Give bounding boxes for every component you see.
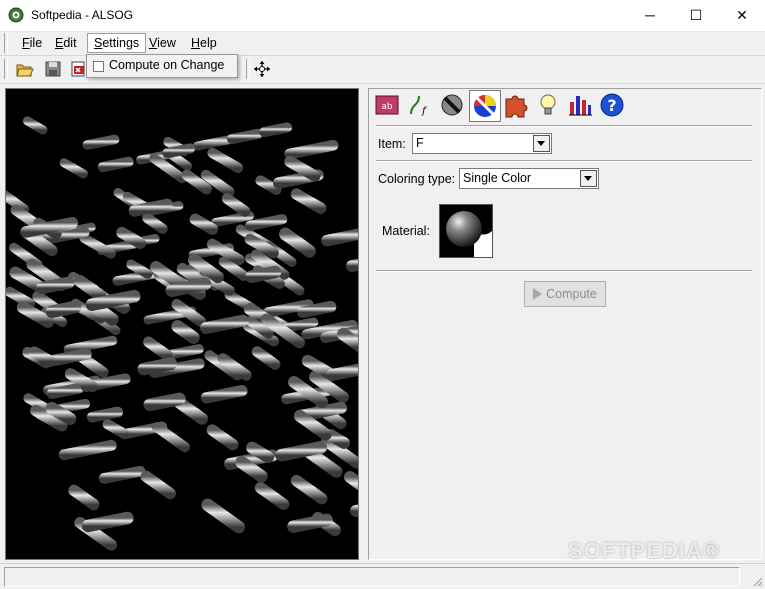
minimize-button[interactable]: ─ <box>627 0 673 31</box>
compute-label: Compute <box>546 287 597 301</box>
tube-segment <box>46 382 84 400</box>
compute-on-change-menu-item[interactable]: Compute on Change <box>109 58 224 72</box>
puzzle-piece-icon[interactable] <box>501 90 531 120</box>
tube-segment <box>97 156 134 173</box>
tube-segment <box>245 214 288 231</box>
material-sphere-icon <box>440 205 492 257</box>
bar-chart-icon[interactable] <box>565 90 595 120</box>
coloring-type-label: Coloring type: <box>378 172 456 186</box>
menu-file[interactable]: File <box>16 34 48 52</box>
menu-settings[interactable]: Settings <box>87 33 147 53</box>
svg-text:?: ? <box>607 96 616 115</box>
menubar-grip[interactable] <box>4 33 8 53</box>
chevron-down-icon[interactable] <box>533 135 550 152</box>
tube-segment <box>284 139 339 160</box>
tube-segment <box>98 465 146 484</box>
function-icon[interactable]: f <box>405 90 435 120</box>
lsystem-rules-icon[interactable]: ab <box>373 90 403 120</box>
panel-splitter[interactable] <box>361 88 367 558</box>
toolbar-grip[interactable] <box>4 59 8 79</box>
tube-segment <box>162 143 196 159</box>
item-combobox[interactable]: F <box>412 133 552 154</box>
item-separator <box>376 160 752 162</box>
menu-help[interactable]: Help <box>185 34 223 52</box>
lsystem-3d-render <box>0 105 404 556</box>
status-bar <box>0 563 765 589</box>
item-value: F <box>416 136 424 150</box>
menu-view[interactable]: View <box>143 34 182 52</box>
maximize-icon: ☐ <box>689 7 703 23</box>
tube-segment <box>28 346 56 367</box>
tube-segment <box>290 188 327 215</box>
compute-on-change-checkbox[interactable] <box>93 61 104 72</box>
save-icon[interactable] <box>44 60 62 78</box>
coloring-type-value: Single Color <box>463 171 532 185</box>
window-title: Softpedia - ALSOG <box>31 8 134 22</box>
compute-button[interactable]: Compute <box>524 281 606 307</box>
tube-segment <box>284 155 321 182</box>
watermark: SOFTPEDIA® <box>568 538 721 563</box>
minimize-icon: ─ <box>645 7 655 23</box>
material-swatch[interactable] <box>439 204 493 258</box>
material-separator <box>376 270 752 272</box>
coloring-type-combobox[interactable]: Single Color <box>459 168 599 189</box>
tube-segment <box>68 484 100 511</box>
help-icon[interactable]: ? <box>597 90 627 120</box>
tube-segment <box>350 496 404 517</box>
title-bar: Softpedia - ALSOG ─ ☐ ✕ <box>0 0 765 32</box>
tab-separator <box>376 125 752 127</box>
tube-segment <box>344 471 382 502</box>
color-palette-icon[interactable] <box>469 90 501 122</box>
chevron-down-icon[interactable] <box>580 170 597 187</box>
app-icon <box>8 7 24 23</box>
tube-segment <box>246 441 274 463</box>
tube-segment <box>346 253 393 272</box>
menu-edit[interactable]: Edit <box>49 34 83 52</box>
render-viewport[interactable] <box>0 88 404 560</box>
resize-grip-icon[interactable] <box>751 575 763 587</box>
play-icon <box>533 288 543 300</box>
close-icon: ✕ <box>736 7 748 23</box>
open-folder-icon[interactable] <box>16 60 34 78</box>
maximize-button[interactable]: ☐ <box>673 0 719 31</box>
tube-segment <box>324 428 350 449</box>
light-bulb-icon[interactable] <box>533 90 563 120</box>
svg-text:ab: ab <box>381 102 393 112</box>
tube-segment <box>85 289 141 311</box>
tube-segment <box>4 286 36 309</box>
settings-dropdown-menu: Compute on Change <box>86 54 238 78</box>
item-label: Item: <box>378 137 406 151</box>
material-label: Material: <box>382 224 430 238</box>
settings-panel <box>368 88 762 560</box>
shape-icon[interactable] <box>437 90 467 120</box>
close-button[interactable]: ✕ <box>719 0 765 31</box>
move-crosshair-icon[interactable] <box>253 60 271 78</box>
tube-segment <box>165 277 212 297</box>
svg-text:f: f <box>421 106 428 117</box>
tube-segment <box>275 441 327 462</box>
status-pane <box>4 567 740 587</box>
toolbar-separator <box>246 59 250 79</box>
tube-segment <box>245 265 282 283</box>
menu-bar: File Edit Settings View Help <box>0 32 765 56</box>
